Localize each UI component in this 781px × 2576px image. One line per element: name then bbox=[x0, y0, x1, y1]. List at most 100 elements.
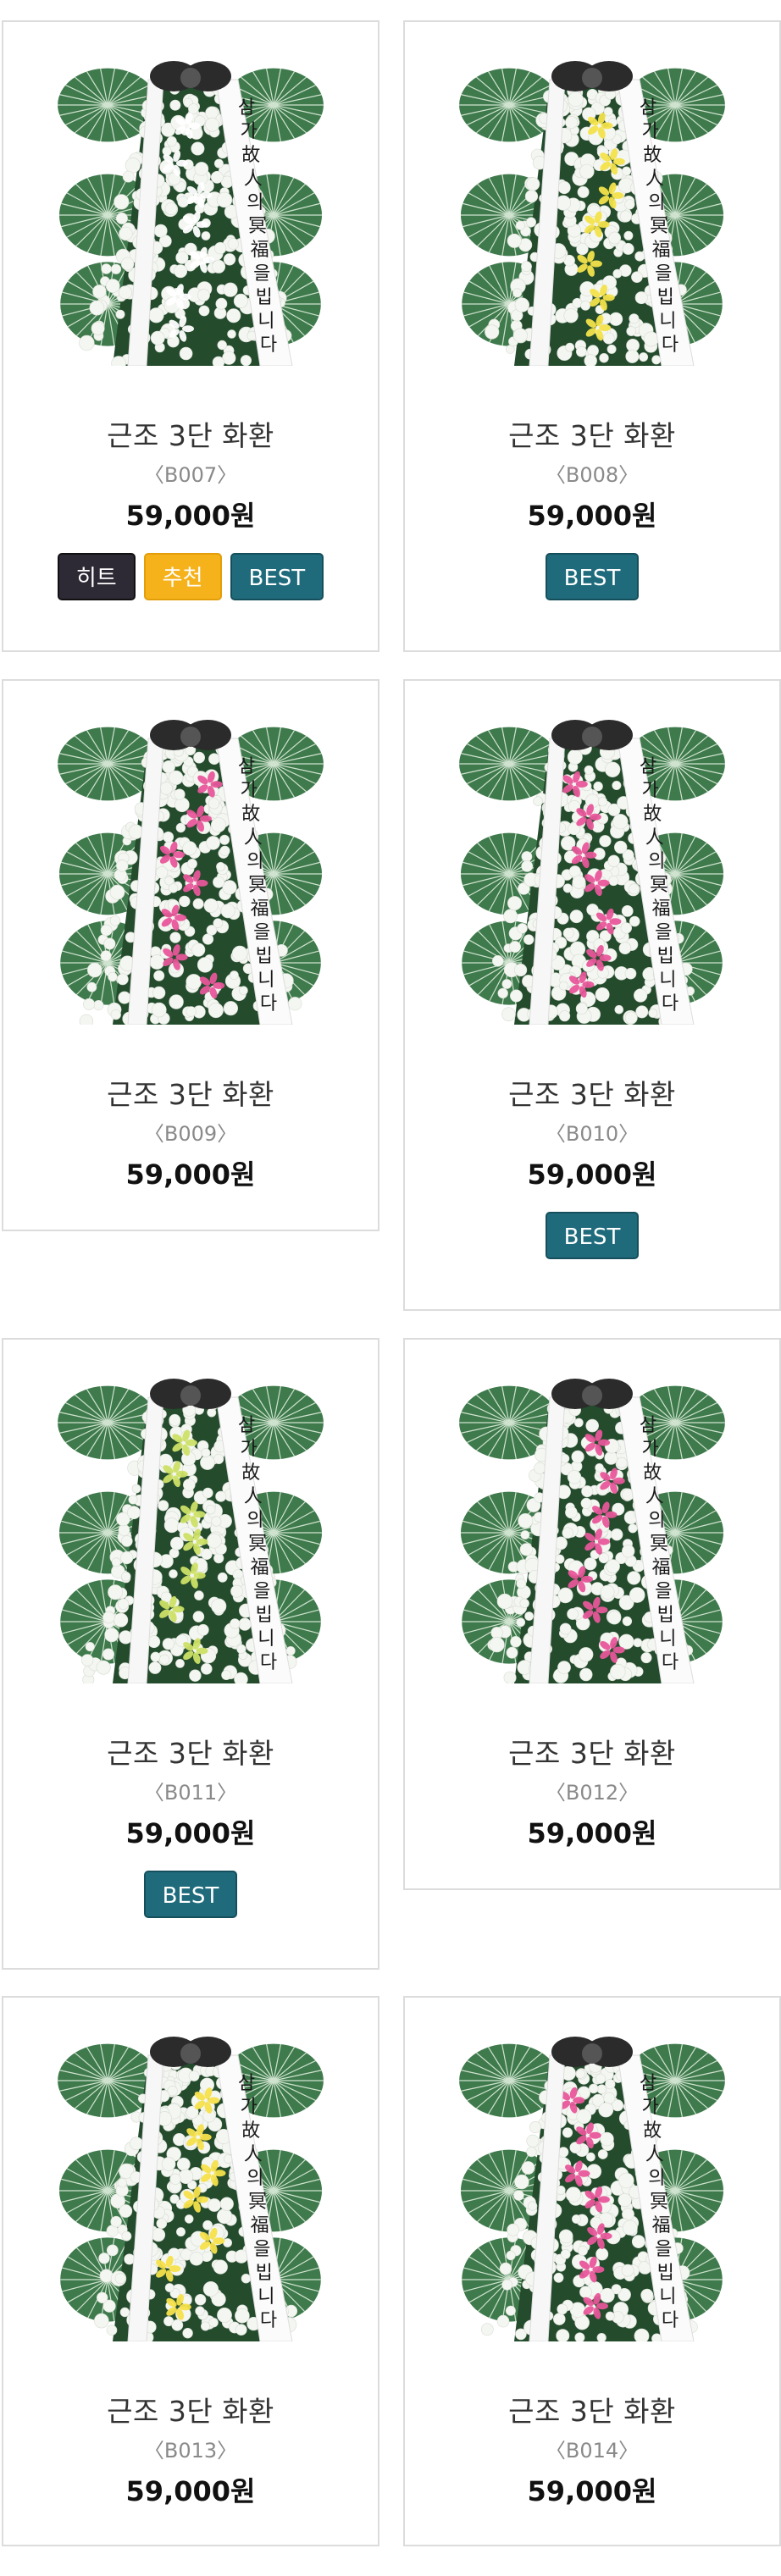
svg-text:을: 을 bbox=[655, 1581, 672, 1602]
svg-text:가: 가 bbox=[240, 2097, 257, 2118]
wreath-image[interactable]: 삼가故人의冥福을빕니다 bbox=[47, 705, 335, 1025]
wreath-image[interactable]: 삼가故人의冥福을빕니다 bbox=[47, 2021, 335, 2341]
best-badge[interactable]: BEST bbox=[545, 553, 640, 600]
best-badge[interactable]: BEST bbox=[143, 1871, 238, 1918]
svg-text:故: 故 bbox=[643, 1462, 662, 1484]
svg-text:다: 다 bbox=[662, 334, 679, 356]
product-price: 59,000원 bbox=[527, 1158, 657, 1191]
product-code: 〈B012〉 bbox=[545, 1781, 640, 1805]
svg-text:다: 다 bbox=[260, 1652, 277, 1673]
product-price: 59,000원 bbox=[125, 1158, 256, 1191]
product-card-b011[interactable]: 삼가故人의冥福을빕니다 근조 3단 화환 〈B011〉 59,000원 BEST bbox=[2, 1338, 379, 1970]
product-price: 59,000원 bbox=[527, 2475, 657, 2507]
wreath-illustration: 삼가故人의冥福을빕니다 bbox=[459, 61, 725, 366]
svg-text:니: 니 bbox=[258, 970, 274, 991]
svg-text:故: 故 bbox=[241, 145, 260, 166]
svg-text:삼: 삼 bbox=[640, 756, 656, 777]
svg-text:을: 을 bbox=[253, 922, 270, 943]
svg-text:故: 故 bbox=[241, 2120, 260, 2142]
svg-text:福: 福 bbox=[652, 240, 671, 261]
product-title[interactable]: 근조 3단 화환 bbox=[405, 413, 779, 454]
svg-text:을: 을 bbox=[253, 1581, 270, 1602]
svg-text:빕: 빕 bbox=[256, 946, 273, 967]
product-title[interactable]: 근조 3단 화환 bbox=[405, 1072, 779, 1113]
product-title[interactable]: 근조 3단 화환 bbox=[405, 2389, 779, 2430]
wreath-image[interactable]: 삼가故人의冥福을빕니다 bbox=[47, 46, 335, 366]
svg-text:가: 가 bbox=[641, 1439, 658, 1460]
product-title[interactable]: 근조 3단 화환 bbox=[3, 1072, 378, 1113]
svg-text:福: 福 bbox=[652, 2215, 671, 2236]
svg-text:삼: 삼 bbox=[640, 97, 656, 119]
svg-text:人: 人 bbox=[645, 2144, 664, 2165]
svg-text:福: 福 bbox=[652, 898, 671, 920]
product-card-b013[interactable]: 삼가故人의冥福을빕니다 근조 3단 화환 〈B013〉 59,000원 bbox=[2, 1996, 379, 2546]
product-code: 〈B009〉 bbox=[143, 1122, 238, 1146]
badge-group: BEST bbox=[405, 1212, 779, 1259]
product-card-b009[interactable]: 삼가故人의冥福을빕니다 근조 3단 화환 〈B009〉 59,000원 bbox=[2, 679, 379, 1231]
svg-text:다: 다 bbox=[260, 2310, 277, 2331]
product-price: 59,000원 bbox=[125, 1817, 256, 1849]
svg-text:빕: 빕 bbox=[256, 287, 273, 308]
product-card-b008[interactable]: 삼가故人의冥福을빕니다 근조 3단 화환 〈B008〉 59,000원 BEST bbox=[403, 20, 781, 652]
svg-text:福: 福 bbox=[251, 898, 269, 920]
svg-text:冥: 冥 bbox=[248, 875, 267, 896]
svg-text:가: 가 bbox=[240, 1439, 257, 1460]
svg-text:삼: 삼 bbox=[238, 756, 255, 777]
wreath-image[interactable]: 삼가故人의冥福을빕니다 bbox=[448, 46, 736, 366]
hit-badge[interactable]: 히트 bbox=[57, 553, 136, 600]
product-code: 〈B013〉 bbox=[143, 2439, 238, 2463]
svg-text:冥: 冥 bbox=[650, 875, 668, 896]
product-card-b010[interactable]: 삼가故人의冥福을빕니다 근조 3단 화환 〈B010〉 59,000원 BEST bbox=[403, 679, 781, 1311]
recommend-badge[interactable]: 추천 bbox=[143, 553, 222, 600]
best-badge[interactable]: BEST bbox=[545, 1212, 640, 1259]
svg-text:冥: 冥 bbox=[650, 2192, 668, 2213]
wreath-image[interactable]: 삼가故人의冥福을빕니다 bbox=[448, 705, 736, 1025]
product-price: 59,000원 bbox=[125, 500, 256, 532]
svg-text:니: 니 bbox=[659, 970, 676, 991]
best-badge[interactable]: BEST bbox=[230, 553, 324, 600]
wreath-illustration: 삼가故人의冥福을빕니다 bbox=[58, 1379, 324, 1683]
svg-text:니: 니 bbox=[258, 311, 274, 332]
wreath-illustration: 삼가故人의冥福을빕니다 bbox=[459, 2037, 725, 2341]
svg-text:故: 故 bbox=[241, 1462, 260, 1484]
svg-text:冥: 冥 bbox=[650, 1534, 668, 1555]
product-title[interactable]: 근조 3단 화환 bbox=[3, 1731, 378, 1772]
product-title[interactable]: 근조 3단 화환 bbox=[3, 2389, 378, 2430]
svg-text:의: 의 bbox=[246, 192, 263, 213]
product-title[interactable]: 근조 3단 화환 bbox=[3, 413, 378, 454]
wreath-image[interactable]: 삼가故人의冥福을빕니다 bbox=[448, 1363, 736, 1683]
svg-text:니: 니 bbox=[659, 1628, 676, 1650]
svg-text:冥: 冥 bbox=[248, 1534, 267, 1555]
svg-text:을: 을 bbox=[655, 2239, 672, 2260]
svg-text:다: 다 bbox=[260, 993, 277, 1014]
svg-text:冥: 冥 bbox=[650, 216, 668, 237]
svg-text:人: 人 bbox=[244, 2144, 263, 2165]
svg-text:福: 福 bbox=[251, 240, 269, 261]
svg-text:故: 故 bbox=[643, 804, 662, 825]
svg-text:福: 福 bbox=[251, 2215, 269, 2236]
svg-text:가: 가 bbox=[240, 780, 257, 801]
svg-text:빕: 빕 bbox=[657, 2263, 674, 2284]
wreath-illustration: 삼가故人의冥福을빕니다 bbox=[459, 720, 725, 1025]
svg-text:빕: 빕 bbox=[256, 2263, 273, 2284]
wreath-illustration: 삼가故人의冥福을빕니다 bbox=[58, 720, 324, 1025]
product-price: 59,000원 bbox=[125, 2475, 256, 2507]
product-title[interactable]: 근조 3단 화환 bbox=[405, 1731, 779, 1772]
product-card-b012[interactable]: 삼가故人의冥福을빕니다 근조 3단 화환 〈B012〉 59,000원 bbox=[403, 1338, 781, 1890]
wreath-illustration: 삼가故人의冥福을빕니다 bbox=[459, 1379, 725, 1683]
wreath-image[interactable]: 삼가故人의冥福을빕니다 bbox=[448, 2021, 736, 2341]
wreath-image[interactable]: 삼가故人의冥福을빕니다 bbox=[47, 1363, 335, 1683]
svg-text:삼: 삼 bbox=[640, 1415, 656, 1436]
product-card-b007[interactable]: 삼가故人의冥福을빕니다 근조 3단 화환 〈B007〉 59,000원 히트 추… bbox=[2, 20, 379, 652]
product-card-b014[interactable]: 삼가故人의冥福을빕니다 근조 3단 화환 〈B014〉 59,000원 bbox=[403, 1996, 781, 2546]
svg-text:니: 니 bbox=[659, 311, 676, 332]
svg-text:人: 人 bbox=[645, 1486, 664, 1507]
svg-text:빕: 빕 bbox=[657, 287, 674, 308]
svg-text:빕: 빕 bbox=[256, 1605, 273, 1626]
svg-text:의: 의 bbox=[648, 1510, 665, 1531]
svg-text:니: 니 bbox=[659, 2286, 676, 2308]
product-code: 〈B010〉 bbox=[545, 1122, 640, 1146]
svg-text:가: 가 bbox=[240, 121, 257, 142]
svg-text:가: 가 bbox=[641, 121, 658, 142]
svg-text:다: 다 bbox=[662, 993, 679, 1014]
